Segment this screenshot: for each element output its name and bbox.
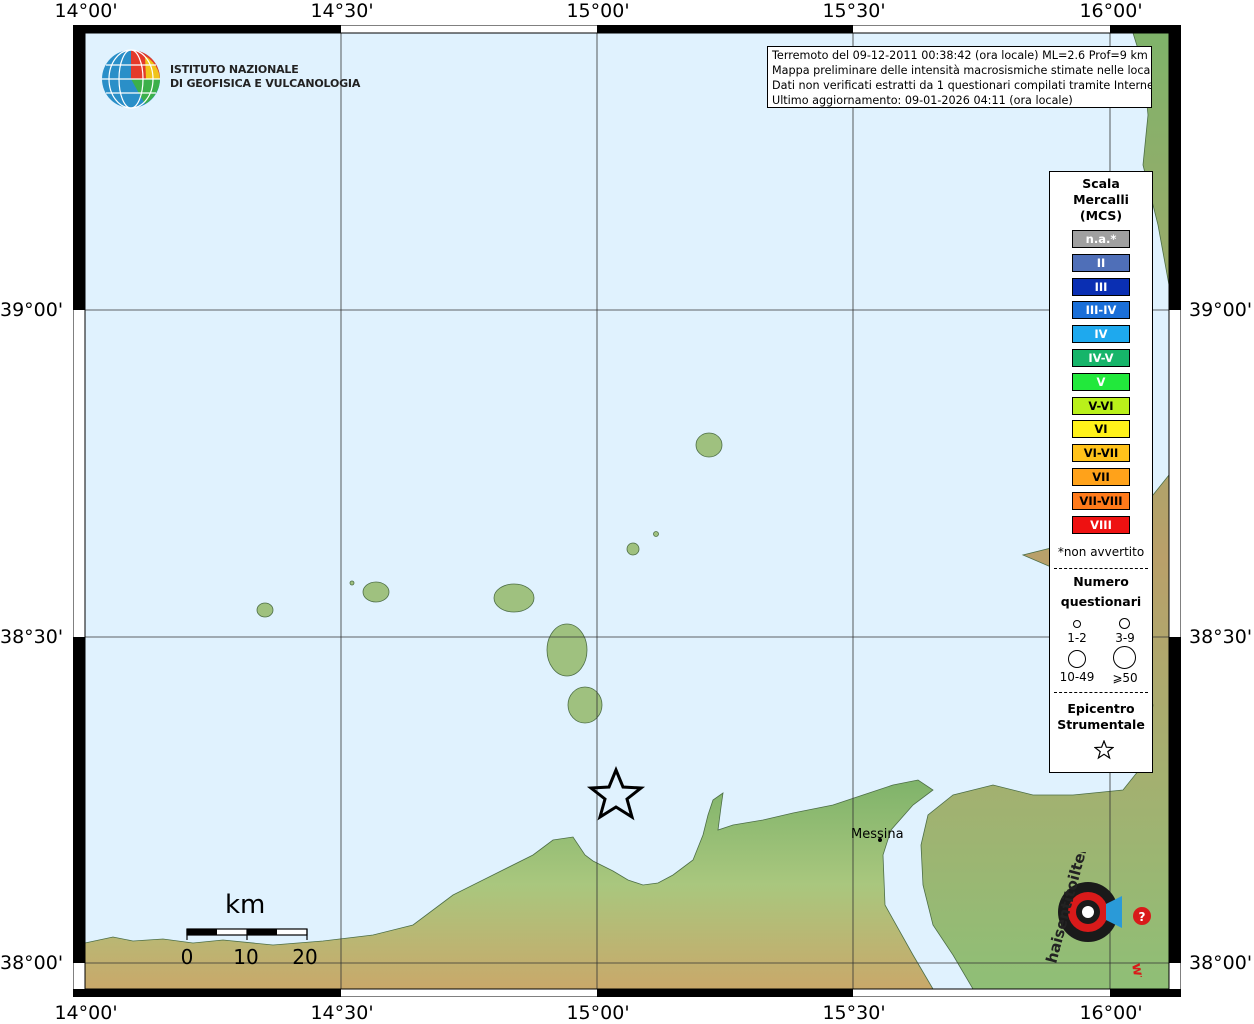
epi-title: Epicentro Strumentale: [1050, 701, 1152, 733]
svg-text:?: ?: [1139, 910, 1146, 924]
mcs-level: n.a.*: [1072, 230, 1130, 248]
legend-note: *non avvertito: [1057, 545, 1145, 559]
lon-tick-top: 16°00': [1079, 0, 1143, 22]
scale-label: 0: [180, 945, 194, 969]
quest-label: 10-49: [1059, 670, 1095, 684]
lat-tick-right: 38°30': [1189, 626, 1253, 648]
quest-label: 1-2: [1067, 631, 1087, 645]
mcs-level: IV: [1072, 325, 1130, 344]
epi-title-line: Strumentale: [1057, 717, 1145, 732]
mcs-level: VI: [1072, 420, 1130, 439]
event-title: Terremoto del 09-12-2011 00:38:42 (ora l…: [772, 49, 1148, 62]
circle-small-icon: [1073, 620, 1081, 628]
epi-title-line: Epicentro: [1067, 701, 1135, 716]
quest-title-line: Numero: [1073, 574, 1129, 589]
quest-title: Numero questionari: [1050, 574, 1152, 610]
legend-title-line: Scala: [1082, 176, 1120, 191]
legend-title-line: Mercalli: [1073, 192, 1129, 207]
quest-label: ⩾50: [1112, 671, 1138, 685]
quest-label: 3-9: [1115, 631, 1135, 645]
logo-line: ISTITUTO NAZIONALE: [170, 63, 299, 76]
legend-separator: [1054, 568, 1148, 569]
lon-tick-top: 15°00': [566, 0, 630, 22]
legend-title: Scala Mercalli (MCS): [1050, 176, 1152, 224]
lat-tick-right: 39°00': [1189, 299, 1253, 321]
mcs-level: III-IV: [1072, 301, 1130, 320]
mcs-level: V-VI: [1072, 396, 1130, 415]
legend-title-line: (MCS): [1079, 208, 1123, 223]
scale-bar: [186, 928, 308, 940]
mcs-level: IV-V: [1072, 349, 1130, 367]
mcs-level: VIII: [1072, 515, 1130, 534]
hsit-badge[interactable]: ? haisentitoilterremoto.it www.: [1030, 852, 1160, 977]
lon-tick-bottom: 15°30': [822, 1002, 886, 1024]
lon-tick-top: 15°30': [822, 0, 886, 22]
event-info-box: Terremoto del 09-12-2011 00:38:42 (ora l…: [767, 46, 1152, 108]
circle-medium-icon: [1119, 618, 1130, 629]
mcs-level: VII-VIII: [1072, 491, 1130, 510]
mcs-level: II: [1072, 253, 1130, 272]
star-icon: [1094, 740, 1114, 760]
legend-panel: Scala Mercalli (MCS) n.a.* II III III-IV IV I…: [1049, 171, 1153, 773]
city-label-messina: Messina: [851, 827, 904, 842]
mcs-level: VI-VII: [1072, 444, 1130, 463]
event-description: Mappa preliminare delle intensità macros…: [772, 64, 1152, 77]
scale-label: 10: [233, 945, 259, 969]
lon-tick-bottom: 14°00': [54, 1002, 118, 1024]
lon-tick-top: 14°00': [54, 0, 118, 22]
legend-separator: [1054, 692, 1148, 693]
hsit-prefix: www.: [1128, 962, 1151, 977]
event-data-note: Dati non verificati estratti da 1 questi…: [772, 79, 1152, 92]
map-frame[interactable]: [73, 25, 1181, 997]
lat-tick-left: 38°00': [0, 952, 64, 974]
scale-label: 20: [292, 945, 318, 969]
circle-xlarge-icon: [1113, 646, 1136, 669]
mcs-level: III: [1072, 277, 1130, 296]
lon-tick-bottom: 14°30': [310, 1002, 374, 1024]
mcs-level: VII: [1072, 468, 1130, 486]
logo-line: DI GEOFISICA E VULCANOLOGIA: [170, 77, 361, 90]
ingv-logo-text: ISTITUTO NAZIONALE DI GEOFISICA E VULCAN…: [170, 63, 360, 91]
quest-title-line: questionari: [1060, 594, 1142, 609]
mcs-level: V: [1072, 372, 1130, 391]
event-update: Ultimo aggiornamento: 09-01-2026 04:11 (…: [772, 94, 1073, 107]
lat-tick-left: 39°00': [0, 299, 64, 321]
lat-tick-right: 38°00': [1189, 952, 1253, 974]
lon-tick-bottom: 15°00': [566, 1002, 630, 1024]
lon-tick-bottom: 16°00': [1079, 1002, 1143, 1024]
lat-tick-left: 38°30': [0, 626, 64, 648]
ingv-globe-icon: [102, 49, 160, 109]
circle-large-icon: [1068, 650, 1086, 668]
lon-tick-top: 14°30': [310, 0, 374, 22]
